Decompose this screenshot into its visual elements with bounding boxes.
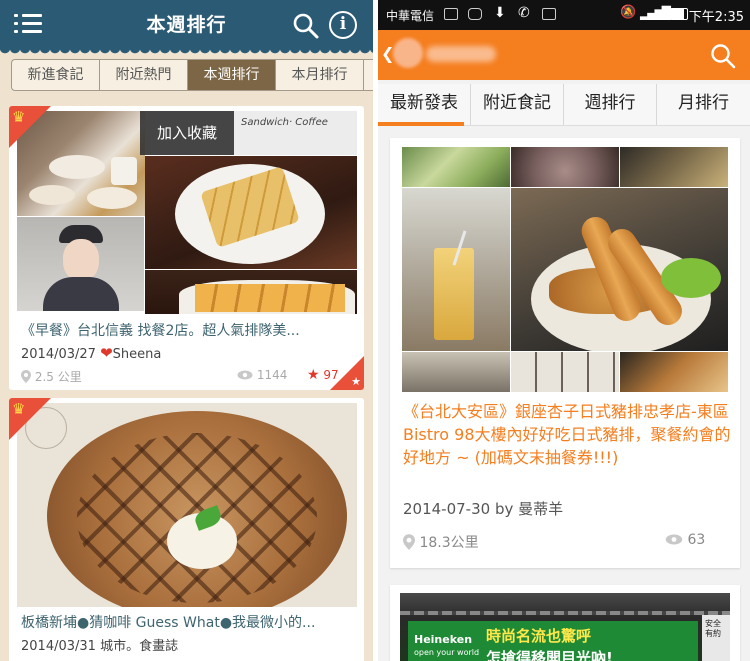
article-date: 2014-07-30	[403, 500, 491, 518]
search-icon[interactable]	[710, 43, 736, 69]
view-count-value: 63	[687, 532, 706, 548]
photo-fried-shrimp	[511, 188, 728, 351]
photo-menu-panels	[511, 352, 619, 392]
banner-side-text: 安全有約	[705, 619, 721, 638]
search-icon[interactable]	[292, 12, 320, 40]
photo-rice	[511, 147, 619, 187]
view-count: 63	[665, 532, 705, 548]
eye-icon	[665, 534, 683, 545]
tab-latest[interactable]: 最新發表	[378, 84, 471, 126]
mute-icon: 🔕	[620, 5, 637, 20]
left-phone-screen: 本週排行 i 新進食記 附近熱門 本週排行 本月排行 Sandwich· Cof…	[0, 0, 373, 661]
header-scallop-edge	[0, 48, 373, 54]
article-title[interactable]: 《台北大安區》銀座杏子日式豬排忠孝店-東區Bistro 98大樓內好好吃日式豬排…	[403, 400, 733, 469]
photo-salad	[402, 147, 510, 187]
app-title-blurred	[426, 46, 496, 62]
distance-info: 18.3公里	[403, 532, 479, 552]
photo-sign-text: Sandwich· Coffee	[241, 117, 328, 128]
article-author: 曼蒂羊	[518, 500, 564, 518]
tab-nearby[interactable]: 附近食記	[471, 84, 564, 125]
location-pin-icon	[403, 534, 415, 550]
eye-icon	[237, 370, 253, 380]
article-author: Sheena	[112, 347, 162, 362]
mail-icon	[444, 8, 458, 20]
chat-icon	[468, 8, 482, 20]
clock: 下午2:35	[688, 10, 744, 25]
photo-waffle	[17, 403, 357, 607]
distance-value: 2.5 公里	[34, 370, 82, 384]
photo-shrimp-closeup	[620, 352, 728, 392]
banner-tagline: open your world	[414, 648, 480, 657]
article-card[interactable]: ♛ 板橋新埔●猜咖啡 Guess What●我最微小的... 2014/03/3…	[9, 398, 364, 661]
status-bar: 中華電信 ⬇ ✆ 🔕 ▂▄▆█ 下午2:35	[378, 0, 750, 30]
signal-icon: ▂▄▆█	[640, 6, 671, 20]
right-tab-bar: 最新發表 附近食記 週排行 月排行	[378, 84, 750, 126]
article-title: 板橋新埔●猜咖啡 Guess What●我最微小的...	[21, 615, 316, 631]
tab-weekly-rank[interactable]: 本週排行	[188, 60, 276, 90]
app-logo-blurred[interactable]	[393, 38, 423, 68]
article-meta: 2014-07-30 by 曼蒂羊	[403, 498, 563, 519]
tab-nearby-hot[interactable]: 附近熱門	[100, 60, 188, 90]
distance-info: 2.5 公里	[21, 368, 82, 385]
article-meta: 2014/03/31 城市。食畫誌	[21, 635, 178, 654]
photo-drink	[402, 188, 510, 351]
view-count: 1144	[237, 368, 287, 382]
distance-value: 18.3公里	[419, 535, 479, 551]
photo-toast-plate	[145, 156, 357, 269]
photo-person-portrait	[17, 217, 144, 311]
heart-icon: ❤	[100, 344, 113, 362]
photo-heineken-banner: Heineken open your world 時尚名流也驚呼 怎搶得移開目光…	[400, 593, 730, 661]
right-phone-screen: 中華電信 ⬇ ✆ 🔕 ▂▄▆█ 下午2:35 ❮ 最新發表 附近食記 週排行 月…	[378, 0, 750, 661]
article-card[interactable]: 《台北大安區》銀座杏子日式豬排忠孝店-東區Bistro 98大樓內好好吃日式豬排…	[390, 138, 740, 568]
article-by: by	[494, 500, 514, 518]
location-pin-icon	[21, 370, 31, 383]
article-title: 《早餐》台北信義 找餐2店。超人氣排隊美...	[21, 323, 300, 339]
right-app-bar: ❮	[378, 30, 750, 80]
photo-sauce	[620, 147, 728, 187]
tab-weekly[interactable]: 週排行	[564, 84, 657, 125]
article-card[interactable]: Sandwich· Coffee ♛ 加入收藏 《早餐》台北信義 找餐2店。超人…	[9, 106, 364, 390]
menu-icon[interactable]	[14, 12, 44, 36]
article-author: 城市。食畫誌	[100, 639, 179, 654]
battery-icon	[670, 8, 688, 20]
tab-monthly[interactable]: 月排行	[657, 84, 750, 125]
left-app-header: 本週排行 i	[0, 0, 373, 48]
star-icon: ★	[307, 367, 320, 383]
download-icon: ⬇	[494, 5, 506, 21]
tab-monthly-rank[interactable]: 本月排行	[276, 60, 364, 90]
crown-icon: ♛	[12, 108, 26, 126]
article-date: 2014/03/27	[21, 347, 96, 362]
article-meta: 2014/03/27 ❤Sheena	[21, 344, 161, 362]
photo-table	[402, 352, 510, 392]
corner-star-icon: ★	[351, 375, 361, 388]
article-date: 2014/03/31	[21, 639, 96, 654]
photo-toast-closeup	[145, 270, 357, 314]
phone-icon: ✆	[518, 5, 530, 21]
banner-brand: Heineken	[414, 633, 473, 646]
tab-new-posts[interactable]: 新進食記	[12, 60, 100, 90]
banner-line-2: 怎搶得移開目光吶!	[486, 649, 613, 661]
article-card[interactable]: Heineken open your world 時尚名流也驚呼 怎搶得移開目光…	[390, 585, 740, 661]
carrier-name: 中華電信	[386, 9, 435, 23]
view-count-value: 1144	[256, 368, 288, 382]
add-to-favorites-button[interactable]: 加入收藏	[140, 111, 234, 155]
info-icon[interactable]: i	[329, 11, 357, 39]
left-tab-bar: 新進食記 附近熱門 本週排行 本月排行	[11, 59, 373, 91]
image-icon	[542, 8, 556, 20]
banner-line-1: 時尚名流也驚呼	[486, 627, 592, 645]
crown-icon: ♛	[12, 400, 26, 418]
